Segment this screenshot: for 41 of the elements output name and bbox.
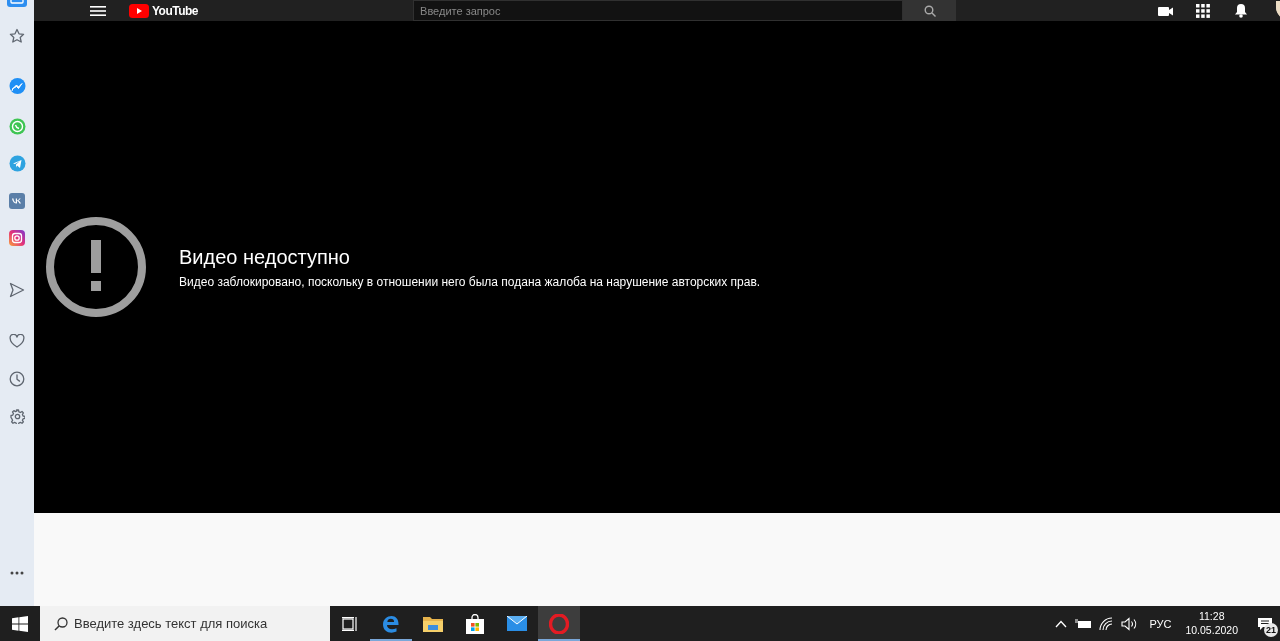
error-title: Видео недоступно <box>179 245 351 269</box>
search-icon <box>54 617 68 631</box>
logo-text[interactable]: YouTube <box>152 3 199 18</box>
chat-bubble-icon[interactable] <box>8 78 26 95</box>
taskbar-search-field[interactable]: Введите здесь текст для поиска <box>40 606 330 641</box>
heart-icon[interactable] <box>9 334 25 348</box>
notification-count: 21 <box>1264 623 1278 637</box>
warning-icon <box>44 215 148 319</box>
speaker-icon[interactable] <box>1121 616 1138 631</box>
star-icon[interactable] <box>9 28 25 44</box>
error-message: Видео заблокировано, поскольку в отношении него была подана жалоба на нарушение авторских прав. <box>179 274 761 289</box>
ring-icon <box>549 613 569 634</box>
settings-icon[interactable] <box>9 408 25 424</box>
play-logo-icon <box>129 3 149 18</box>
shopping-bag-icon <box>466 613 484 634</box>
notifications-button[interactable]: 21 <box>1252 606 1278 641</box>
search-icon <box>923 4 936 17</box>
language-indicator[interactable]: РУС <box>1149 617 1172 630</box>
apps-grid-icon[interactable] <box>1196 3 1211 18</box>
vk-icon[interactable] <box>9 192 25 209</box>
clock-time[interactable]: 11:28 <box>1198 610 1225 623</box>
wifi-icon[interactable] <box>1099 616 1114 631</box>
menu-icon[interactable] <box>90 5 106 16</box>
search-field[interactable]: Введите запрос <box>413 0 904 21</box>
folder-icon <box>423 614 443 633</box>
windows-logo-icon <box>12 615 28 632</box>
clock-date[interactable]: 10.05.2020 <box>1185 624 1238 637</box>
chevron-up-icon[interactable] <box>1055 619 1068 628</box>
send-icon[interactable] <box>9 282 25 298</box>
search-button[interactable] <box>903 0 957 21</box>
paper-plane-icon[interactable] <box>8 155 26 172</box>
browser-icon <box>381 613 401 634</box>
clock-icon[interactable] <box>9 371 25 387</box>
more-icon[interactable] <box>10 571 24 575</box>
battery-icon[interactable] <box>1075 618 1092 629</box>
camera-icon[interactable] <box>9 230 25 246</box>
app-icon[interactable] <box>7 0 27 7</box>
bell-icon[interactable] <box>1234 3 1249 18</box>
envelope-icon <box>507 616 527 631</box>
video-camera-icon[interactable] <box>1158 4 1175 17</box>
task-view-icon <box>342 616 358 631</box>
